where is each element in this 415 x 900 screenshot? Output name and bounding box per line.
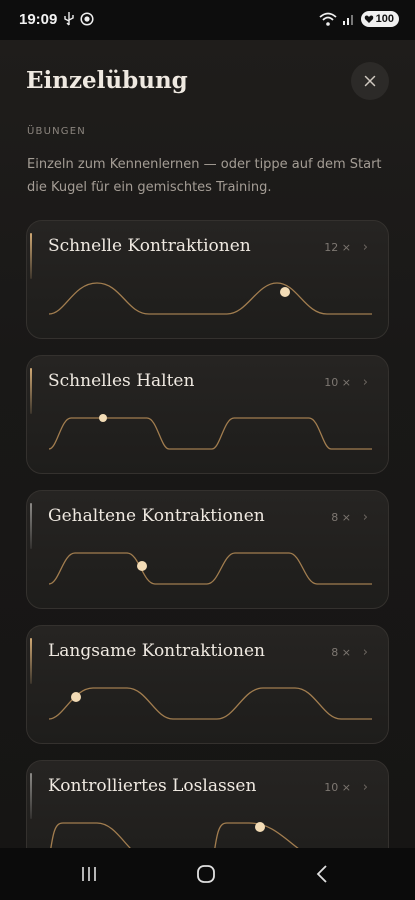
battery-level: 100	[375, 13, 394, 25]
exercise-card-schnelles-halten[interactable]: Schnelles Halten 10 × ›	[26, 355, 389, 474]
home-button[interactable]	[186, 862, 226, 886]
usb-icon	[64, 12, 74, 26]
status-right: 100	[319, 11, 399, 27]
wave-graph	[48, 552, 372, 585]
page-title: Einzelübung	[26, 67, 188, 94]
progress-dot	[255, 822, 265, 832]
battery-indicator: 100	[360, 11, 399, 27]
exercise-card-kontrolliertes-loslassen[interactable]: Kontrolliertes Loslassen 10 × ›	[26, 760, 389, 848]
recent-apps-icon	[82, 867, 96, 881]
wave-graph	[48, 687, 372, 720]
section-label: ÜBUNGEN	[27, 126, 86, 137]
progress-dot	[280, 287, 290, 297]
intro-text: Einzeln zum Kennenlernen — oder tippe au…	[27, 157, 382, 195]
status-bar: 19:09 100	[0, 0, 415, 40]
shield-status-icon	[80, 12, 94, 26]
exercise-card-schnelle-kontraktionen[interactable]: Schnelle Kontraktionen 12 × ›	[26, 220, 389, 339]
status-time: 19:09	[19, 11, 58, 28]
exercise-card-gehaltene-kontraktionen[interactable]: Gehaltene Kontraktionen 8 × ›	[26, 490, 389, 609]
wave-graph	[48, 282, 372, 315]
close-icon	[364, 75, 376, 87]
back-button[interactable]	[302, 862, 342, 886]
exercise-card-langsame-kontraktionen[interactable]: Langsame Kontraktionen 8 × ›	[26, 625, 389, 744]
progress-dot	[99, 414, 107, 422]
system-nav-bar	[0, 848, 415, 900]
home-icon	[197, 865, 215, 883]
close-button[interactable]	[351, 62, 389, 100]
back-icon	[316, 865, 327, 883]
wave-graph	[50, 822, 299, 848]
recent-apps-button[interactable]	[69, 862, 109, 886]
progress-dot	[71, 692, 81, 702]
exercise-screen: Einzelübung ÜBUNGEN Einzeln zum Kennenle…	[0, 40, 415, 848]
battery-heart-icon	[364, 15, 373, 23]
progress-dot	[137, 561, 147, 571]
wifi-icon	[319, 12, 337, 26]
status-left-icons	[64, 12, 94, 26]
signal-icon	[342, 15, 353, 25]
wave-graph	[48, 414, 372, 450]
